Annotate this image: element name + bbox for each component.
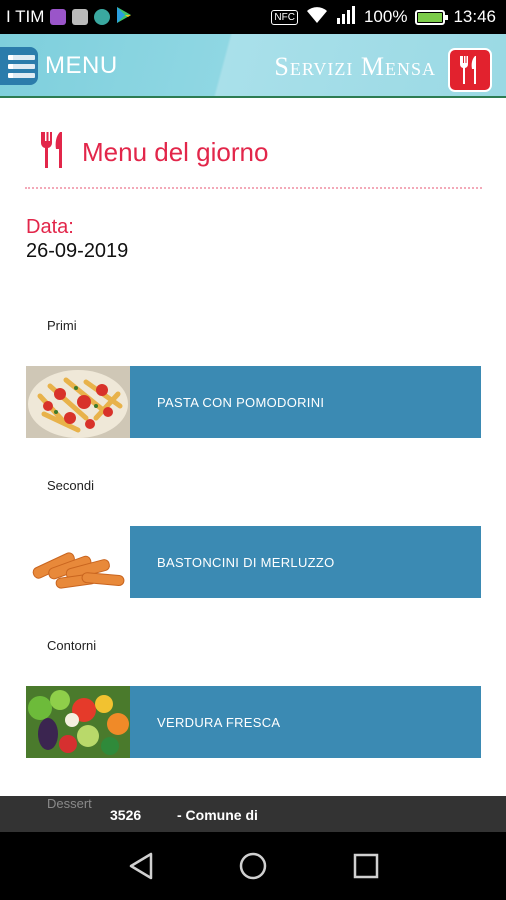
recents-square-icon [353,853,379,879]
wifi-icon [306,6,328,29]
nfc-icon: NFC [271,9,298,25]
app-notification-icon [94,9,111,25]
app-notification-icon [50,9,67,25]
fork-knife-logo-icon [448,48,492,92]
clock: 13:46 [453,7,496,26]
date-value: 26-09-2019 [26,240,129,262]
category-label: Contorni [47,638,97,653]
battery-percent: 100% [363,7,408,26]
status-bar: I TIM NFC 100% 13:46 [0,0,506,34]
page-heading: Menu del giorno [38,130,268,175]
dish-name: PASTA CON POMODORINI [157,394,325,410]
app-bar: MENU Servizi Mensa [0,34,506,98]
date-label: Data: [26,216,74,238]
banner-text: - Comune di [177,807,258,823]
app-notification-icon [72,9,89,25]
home-circle-icon [239,852,267,880]
category-label: Primi [47,318,77,333]
signal-icon [336,5,356,29]
dish-name: VERDURA FRESCA [157,714,281,730]
dish-row[interactable]: BASTONCINI DI MERLUZZO [26,526,481,598]
list-icon [0,47,38,85]
back-triangle-icon [129,852,153,880]
menu-button[interactable]: MENU [0,46,118,86]
category-label: Secondi [47,478,94,493]
page-title: Menu del giorno [82,137,269,167]
category-label: Dessert [47,796,92,811]
play-store-icon [116,6,132,29]
banner-number: 3526 [110,807,142,823]
vegetables-image [26,686,130,758]
home-button[interactable] [237,850,269,882]
navigation-bar [0,832,506,900]
notification-banner[interactable]: Dessert 3526 - Comune di [0,796,506,832]
carrier-label: I TIM [6,7,45,26]
app-title: Servizi Mensa [274,52,436,81]
battery-icon [415,9,449,25]
menu-label: MENU [45,52,118,79]
recents-button[interactable] [350,850,382,882]
cutlery-icon [38,130,68,175]
dish-row[interactable]: VERDURA FRESCA [26,686,481,758]
dish-name: BASTONCINI DI MERLUZZO [157,554,335,570]
fish-sticks-image [26,526,130,598]
divider [25,187,482,189]
pasta-image [26,366,130,438]
dish-row[interactable]: PASTA CON POMODORINI [26,366,481,438]
back-button[interactable] [126,850,158,882]
